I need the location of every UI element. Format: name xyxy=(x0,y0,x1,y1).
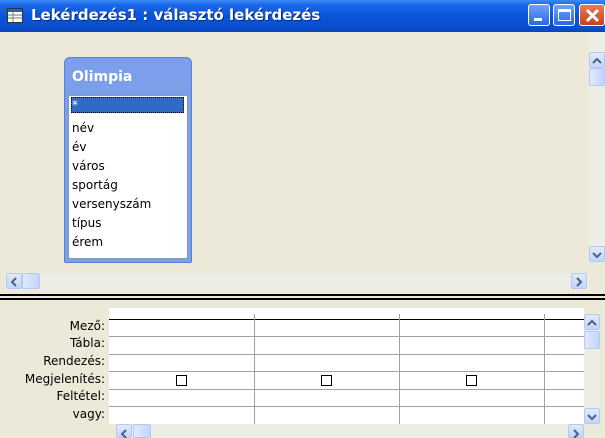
chevron-left-icon xyxy=(10,277,17,287)
row-label-or: vagy: xyxy=(72,407,105,421)
grid-horizontal-scrollbar[interactable] xyxy=(116,424,584,438)
field-item[interactable]: típus xyxy=(72,216,102,230)
maximize-button[interactable] xyxy=(553,4,575,26)
title-bar[interactable]: Lekérdezés1 : választó lekérdezés xyxy=(0,0,605,32)
grid-line xyxy=(109,336,584,337)
scroll-thumb[interactable] xyxy=(22,273,40,289)
field-item[interactable]: város xyxy=(72,159,105,173)
row-label-show: Megjelenítés: xyxy=(24,372,105,386)
query-icon[interactable] xyxy=(7,8,23,23)
grid-line xyxy=(254,314,255,424)
scroll-thumb[interactable] xyxy=(133,424,151,438)
scroll-down-button[interactable] xyxy=(589,246,605,262)
row-label-sort: Rendezés: xyxy=(43,354,105,368)
table-pane-horizontal-scrollbar[interactable] xyxy=(5,273,589,290)
scroll-down-button[interactable] xyxy=(584,408,600,424)
design-grid[interactable] xyxy=(109,314,584,424)
table-pane-vertical-scrollbar[interactable] xyxy=(589,32,605,262)
field-list[interactable]: * név év város sportág versenyszám típus… xyxy=(68,95,188,259)
chevron-down-icon xyxy=(587,414,597,421)
scroll-up-button[interactable] xyxy=(584,314,600,330)
row-label-field: Mező: xyxy=(69,319,105,333)
field-item-selected[interactable]: * xyxy=(71,97,184,113)
window-title: Lekérdezés1 : választó lekérdezés xyxy=(31,6,321,24)
row-label-criteria: Feltétel: xyxy=(56,389,105,403)
minimize-icon xyxy=(534,18,542,21)
field-item[interactable]: év xyxy=(72,140,86,154)
chevron-down-icon xyxy=(592,252,602,259)
field-item[interactable]: versenyszám xyxy=(72,197,151,211)
grid-line xyxy=(109,319,584,320)
chevron-up-icon xyxy=(587,319,597,326)
show-checkbox[interactable] xyxy=(321,375,332,386)
grid-line xyxy=(399,314,400,424)
chevron-right-icon xyxy=(576,277,583,287)
show-checkbox[interactable] xyxy=(466,375,477,386)
scroll-up-button[interactable] xyxy=(589,52,605,68)
show-checkbox[interactable] xyxy=(176,375,187,386)
grid-line xyxy=(109,354,584,355)
scroll-left-button[interactable] xyxy=(116,424,132,438)
chevron-right-icon xyxy=(573,429,580,438)
scroll-thumb[interactable] xyxy=(589,68,605,86)
chevron-left-icon xyxy=(120,429,127,438)
row-label-table: Tábla: xyxy=(69,336,105,350)
scroll-thumb[interactable] xyxy=(584,331,600,349)
field-item[interactable]: sportág xyxy=(72,178,118,192)
grid-line xyxy=(544,314,545,424)
design-grid-pane: Mező: Tábla: Rendezés: Megjelenítés: Fel… xyxy=(0,300,605,438)
scroll-right-button[interactable] xyxy=(571,273,587,289)
grid-line xyxy=(109,389,584,390)
grid-line xyxy=(109,371,584,372)
close-button[interactable] xyxy=(579,4,605,26)
table-box-title[interactable]: Olimpia xyxy=(72,69,132,85)
close-icon xyxy=(585,8,600,23)
chevron-up-icon xyxy=(592,57,602,64)
scroll-left-button[interactable] xyxy=(6,273,22,289)
field-item[interactable]: név xyxy=(72,121,94,135)
scrollbar-corner xyxy=(589,273,605,290)
maximize-icon xyxy=(558,9,571,21)
scroll-right-button[interactable] xyxy=(568,424,584,438)
grid-line xyxy=(109,406,584,407)
grid-vertical-scrollbar[interactable] xyxy=(584,314,600,424)
query-window: Lekérdezés1 : választó lekérdezés Olimpi… xyxy=(0,0,605,438)
minimize-button[interactable] xyxy=(528,4,550,26)
field-item[interactable]: érem xyxy=(72,235,103,249)
